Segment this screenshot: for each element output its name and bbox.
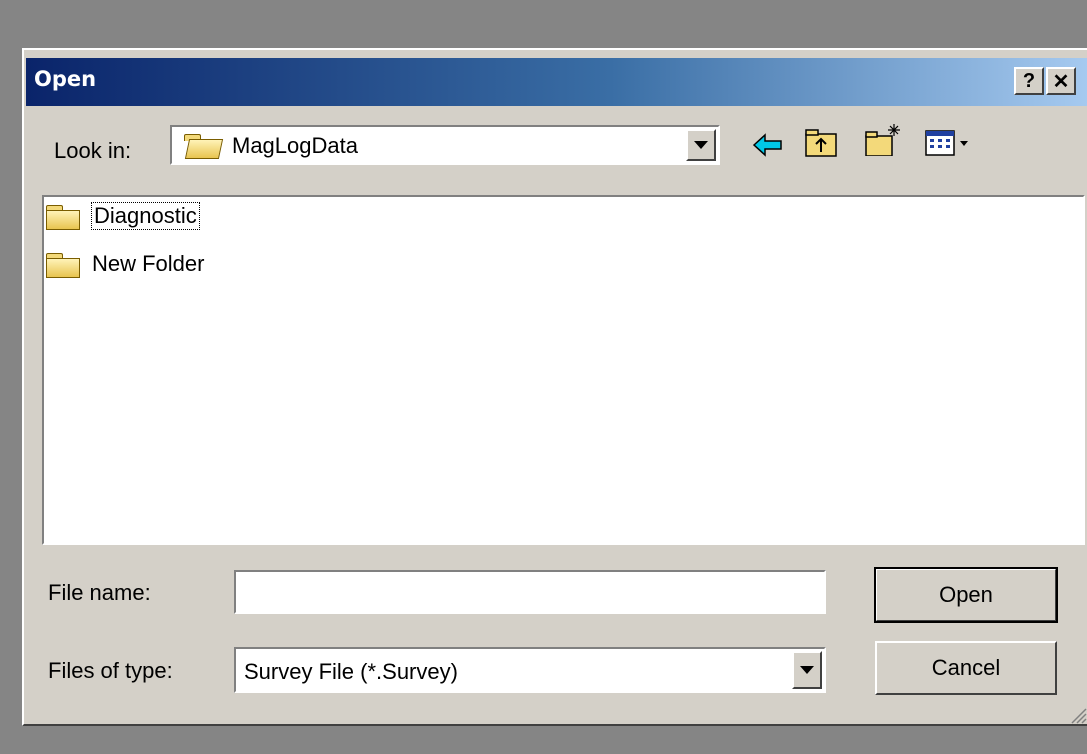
folder-open-icon — [184, 134, 224, 159]
files-of-type-label: Files of type: — [48, 658, 173, 683]
view-menu-icon[interactable] — [924, 128, 974, 162]
list-item-label: New Folder — [92, 251, 205, 276]
files-of-type-value: Survey File (*.Survey) — [244, 659, 458, 684]
folder-icon — [46, 205, 80, 230]
list-item-label: Diagnostic — [91, 202, 200, 230]
back-arrow-icon[interactable] — [751, 130, 785, 164]
title-bar[interactable]: Open ? ✕ — [26, 58, 1087, 106]
look-in-dropdown-arrow[interactable] — [686, 129, 716, 161]
resize-grip-icon[interactable] — [1067, 704, 1087, 724]
look-in-dropdown[interactable]: MagLogData — [170, 125, 720, 165]
file-name-field[interactable] — [234, 570, 826, 614]
help-button[interactable]: ? — [1014, 67, 1044, 95]
up-folder-icon[interactable] — [804, 128, 840, 162]
open-button[interactable]: Open — [874, 567, 1058, 623]
files-of-type-dropdown-arrow[interactable] — [792, 651, 822, 689]
look-in-value: MagLogData — [232, 133, 358, 158]
close-button[interactable]: ✕ — [1046, 67, 1076, 95]
file-list[interactable]: Diagnostic New Folder — [42, 195, 1085, 545]
cancel-button[interactable]: Cancel — [875, 641, 1057, 695]
new-folder-icon[interactable] — [864, 122, 904, 156]
folder-icon — [46, 253, 80, 278]
open-dialog: Open ? ✕ Look in: MagLogData Diagnostic … — [22, 48, 1087, 726]
files-of-type-dropdown[interactable]: Survey File (*.Survey) — [234, 647, 826, 693]
file-name-label: File name: — [48, 580, 151, 605]
dialog-title: Open — [34, 67, 97, 91]
look-in-label: Look in: — [54, 138, 132, 163]
